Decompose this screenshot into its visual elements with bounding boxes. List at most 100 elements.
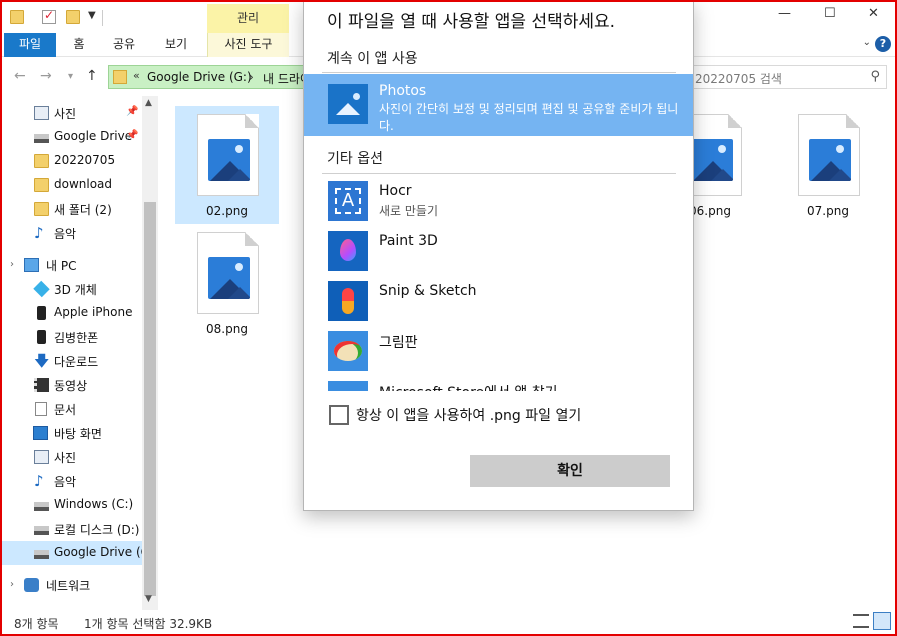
title-separator — [102, 10, 103, 26]
snip-sketch-icon — [328, 281, 368, 321]
nav-item-pictures-pc[interactable]: 사진 — [2, 445, 142, 469]
search-input[interactable]: 20220705 검색 ⚲ — [692, 65, 887, 89]
nav-item-music[interactable]: ♪ 음악 — [2, 221, 142, 245]
nav-item-downloads[interactable]: 🡇 다운로드 — [2, 349, 142, 373]
tab-view[interactable]: 보기 — [162, 33, 190, 57]
app-option-snip-sketch[interactable]: Snip & Sketch — [304, 277, 693, 325]
nav-label: download — [54, 177, 113, 191]
ok-button[interactable]: 확인 — [470, 455, 670, 487]
collapse-ribbon-chevron-icon[interactable]: ⌄ — [863, 37, 871, 48]
properties-check-icon[interactable] — [42, 8, 56, 24]
file-item[interactable]: 08.png — [175, 224, 279, 342]
details-view-icon[interactable] — [853, 614, 869, 628]
minimize-button[interactable]: — — [778, 6, 791, 21]
app-option-store[interactable]: Microsoft Store에서 앱 찾기 — [304, 377, 693, 391]
nav-item-download[interactable]: download — [2, 173, 142, 197]
context-tab-header: 관리 — [207, 4, 289, 33]
phone-icon — [37, 306, 46, 320]
3d-objects-icon — [33, 280, 50, 298]
tab-file[interactable]: 파일 — [4, 33, 56, 57]
nav-label: 동영상 — [54, 379, 88, 393]
recent-locations-chevron-icon[interactable]: ▾ — [68, 71, 73, 82]
search-icon[interactable]: ⚲ — [870, 69, 880, 84]
divider — [322, 72, 676, 73]
breadcrumb-separator-icon[interactable]: › — [249, 70, 254, 84]
file-item[interactable]: 02.png — [175, 106, 279, 224]
drive-icon — [34, 526, 49, 535]
customize-quick-access-chevron-icon[interactable]: ▼ — [88, 10, 96, 21]
nav-item-20220705[interactable]: 20220705 — [2, 149, 142, 173]
divider — [322, 173, 676, 174]
app-name: Paint 3D — [379, 233, 438, 249]
pc-icon — [24, 258, 39, 272]
always-use-checkbox[interactable] — [329, 405, 349, 425]
maximize-button[interactable]: ☐ — [824, 6, 836, 21]
network-icon — [24, 578, 39, 592]
address-bar[interactable]: « Google Drive (G:) › 내 드라이브 — [108, 65, 309, 89]
scroll-down-icon[interactable]: ▼ — [145, 594, 152, 604]
tab-home[interactable]: 홈 — [66, 33, 92, 57]
app-name: 그림판 — [379, 335, 418, 351]
nav-label: 20220705 — [54, 153, 116, 167]
nav-item-new-folder-2[interactable]: 새 폴더 (2) — [2, 197, 142, 221]
app-option-mspaint[interactable]: 그림판 — [304, 327, 693, 375]
app-option-paint-3d[interactable]: Paint 3D — [304, 227, 693, 275]
expand-chevron-icon[interactable]: › — [10, 579, 14, 590]
large-icons-view-icon[interactable] — [873, 612, 891, 630]
selection-info: 1개 항목 선택함 32.9KB — [84, 617, 213, 631]
nav-label: Apple iPhone — [54, 305, 133, 319]
app-option-hocr[interactable]: A Hocr 새로 만들기 — [304, 177, 693, 225]
nav-item-network[interactable]: › 네트워크 — [2, 573, 142, 597]
search-placeholder: 20220705 검색 — [695, 72, 782, 86]
nav-label: 바탕 화면 — [54, 427, 102, 441]
back-arrow-icon[interactable]: ← — [14, 68, 26, 84]
open-with-dialog: 이 파일을 열 때 사용할 앱을 선택하세요. 계속 이 앱 사용 Photos… — [303, 0, 694, 511]
mspaint-icon — [328, 331, 368, 371]
nav-item-pictures[interactable]: 사진 📌 — [2, 101, 142, 125]
nav-item-kim-phone[interactable]: 김병한폰 — [2, 325, 142, 349]
desktop-icon — [33, 426, 48, 440]
expand-chevron-icon[interactable]: › — [10, 259, 14, 270]
folder-icon[interactable] — [10, 10, 24, 24]
nav-item-videos[interactable]: 동영상 — [2, 373, 142, 397]
music-icon: ♪ — [34, 224, 44, 242]
nav-item-local-disk-d[interactable]: 로컬 디스크 (D:) — [2, 517, 142, 541]
nav-item-google-drive[interactable]: Google Drive 📌 — [2, 125, 142, 149]
nav-item-this-pc[interactable]: › 내 PC — [2, 253, 142, 277]
folder-icon — [34, 178, 49, 192]
new-folder-icon[interactable] — [66, 10, 80, 24]
pin-icon: 📌 — [126, 106, 139, 117]
nav-label: 다운로드 — [54, 355, 99, 369]
app-option-photos[interactable]: Photos 사진이 간단히 보정 및 정리되며 편집 및 공유할 준비가 됩니… — [304, 74, 693, 136]
nav-item-apple-iphone[interactable]: Apple iPhone — [2, 301, 142, 325]
nav-label: 음악 — [54, 475, 77, 489]
nav-item-windows-c[interactable]: Windows (C:) — [2, 493, 142, 517]
nav-item-3d-objects[interactable]: 3D 개체 — [2, 277, 142, 301]
forward-arrow-icon[interactable]: → — [40, 68, 52, 84]
tab-picture-tools[interactable]: 사진 도구 — [207, 33, 289, 57]
phone-icon — [37, 330, 46, 344]
help-icon[interactable]: ? — [875, 36, 891, 52]
nav-label: 3D 개체 — [54, 283, 97, 297]
app-name: Photos — [379, 83, 427, 99]
nav-label: 로컬 디스크 (D:) — [54, 523, 140, 537]
file-item[interactable]: 07.png — [776, 106, 880, 224]
up-arrow-icon[interactable]: ↑ — [86, 68, 98, 84]
nav-item-documents[interactable]: 문서 — [2, 397, 142, 421]
item-count: 8개 항목 — [14, 617, 59, 631]
nav-item-google-drive-g[interactable]: Google Drive (G:) — [2, 541, 158, 565]
tab-share[interactable]: 공유 — [110, 33, 138, 57]
nav-item-music-pc[interactable]: ♪ 음악 — [2, 469, 142, 493]
breadcrumb-overflow[interactable]: « — [133, 69, 140, 82]
close-button[interactable]: ✕ — [868, 6, 879, 21]
nav-scrollbar-thumb[interactable] — [144, 202, 156, 596]
file-name: 07.png — [807, 204, 849, 218]
file-name: 02.png — [206, 204, 248, 218]
folder-icon — [113, 70, 127, 84]
app-name: Microsoft Store에서 앱 찾기 — [379, 382, 557, 391]
scroll-up-icon[interactable]: ▲ — [145, 98, 152, 108]
nav-label: Windows (C:) — [54, 497, 134, 511]
documents-icon — [35, 402, 47, 416]
nav-item-desktop[interactable]: 바탕 화면 — [2, 421, 142, 445]
breadcrumb-google-drive[interactable]: Google Drive (G:) — [147, 70, 252, 84]
